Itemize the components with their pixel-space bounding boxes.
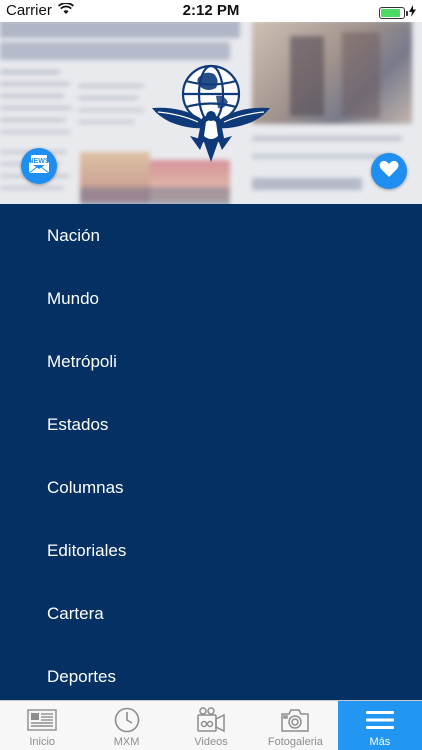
menu-item-mundo[interactable]: Mundo (47, 284, 99, 314)
hero-header: NEWS (0, 22, 422, 204)
battery-icon (379, 6, 408, 19)
menu-item-nacion[interactable]: Nación (47, 221, 100, 251)
eagle-globe-logo (150, 58, 272, 168)
tab-videos-label: Videos (194, 736, 228, 748)
menu-item-estados[interactable]: Estados (47, 410, 108, 440)
tab-mas-label: Más (369, 736, 391, 748)
section-menu: Nación Mundo Metrópoli Estados Columnas … (0, 204, 422, 700)
favorites-button[interactable] (371, 153, 407, 189)
newspaper-icon (26, 706, 58, 734)
menu-item-metropoli[interactable]: Metrópoli (47, 347, 117, 377)
tab-inicio[interactable]: Inicio (0, 701, 84, 750)
hamburger-menu-icon (364, 706, 396, 734)
heart-icon (379, 160, 399, 183)
menu-item-cartera[interactable]: Cartera (47, 599, 104, 629)
status-time: 2:12 PM (182, 2, 240, 19)
photo-camera-icon (279, 706, 311, 734)
tab-mas[interactable]: Más (337, 701, 422, 750)
tab-fotogaleria[interactable]: Fotogaleria (253, 701, 337, 750)
battery-level (381, 8, 400, 17)
menu-item-editoriales[interactable]: Editoriales (47, 536, 126, 566)
menu-item-deportes[interactable]: Deportes (47, 662, 116, 692)
newsletter-button[interactable]: NEWS (21, 148, 57, 184)
clock-icon (111, 706, 143, 734)
bolt-icon (409, 4, 416, 21)
tab-bar: Inicio MXM Videos Fotogaleria Más (0, 700, 422, 750)
tab-mxm[interactable]: MXM (84, 701, 168, 750)
tab-fotogaleria-label: Fotogaleria (267, 736, 323, 748)
menu-item-columnas[interactable]: Columnas (47, 473, 124, 503)
tab-inicio-label: Inicio (29, 736, 56, 748)
tab-videos[interactable]: Videos (169, 701, 253, 750)
tab-mxm-label: MXM (113, 736, 140, 748)
status-right (379, 4, 416, 21)
newsletter-icon: NEWS (28, 154, 50, 179)
status-bar: Carrier 2:12 PM (0, 0, 422, 22)
video-camera-icon (195, 706, 227, 734)
